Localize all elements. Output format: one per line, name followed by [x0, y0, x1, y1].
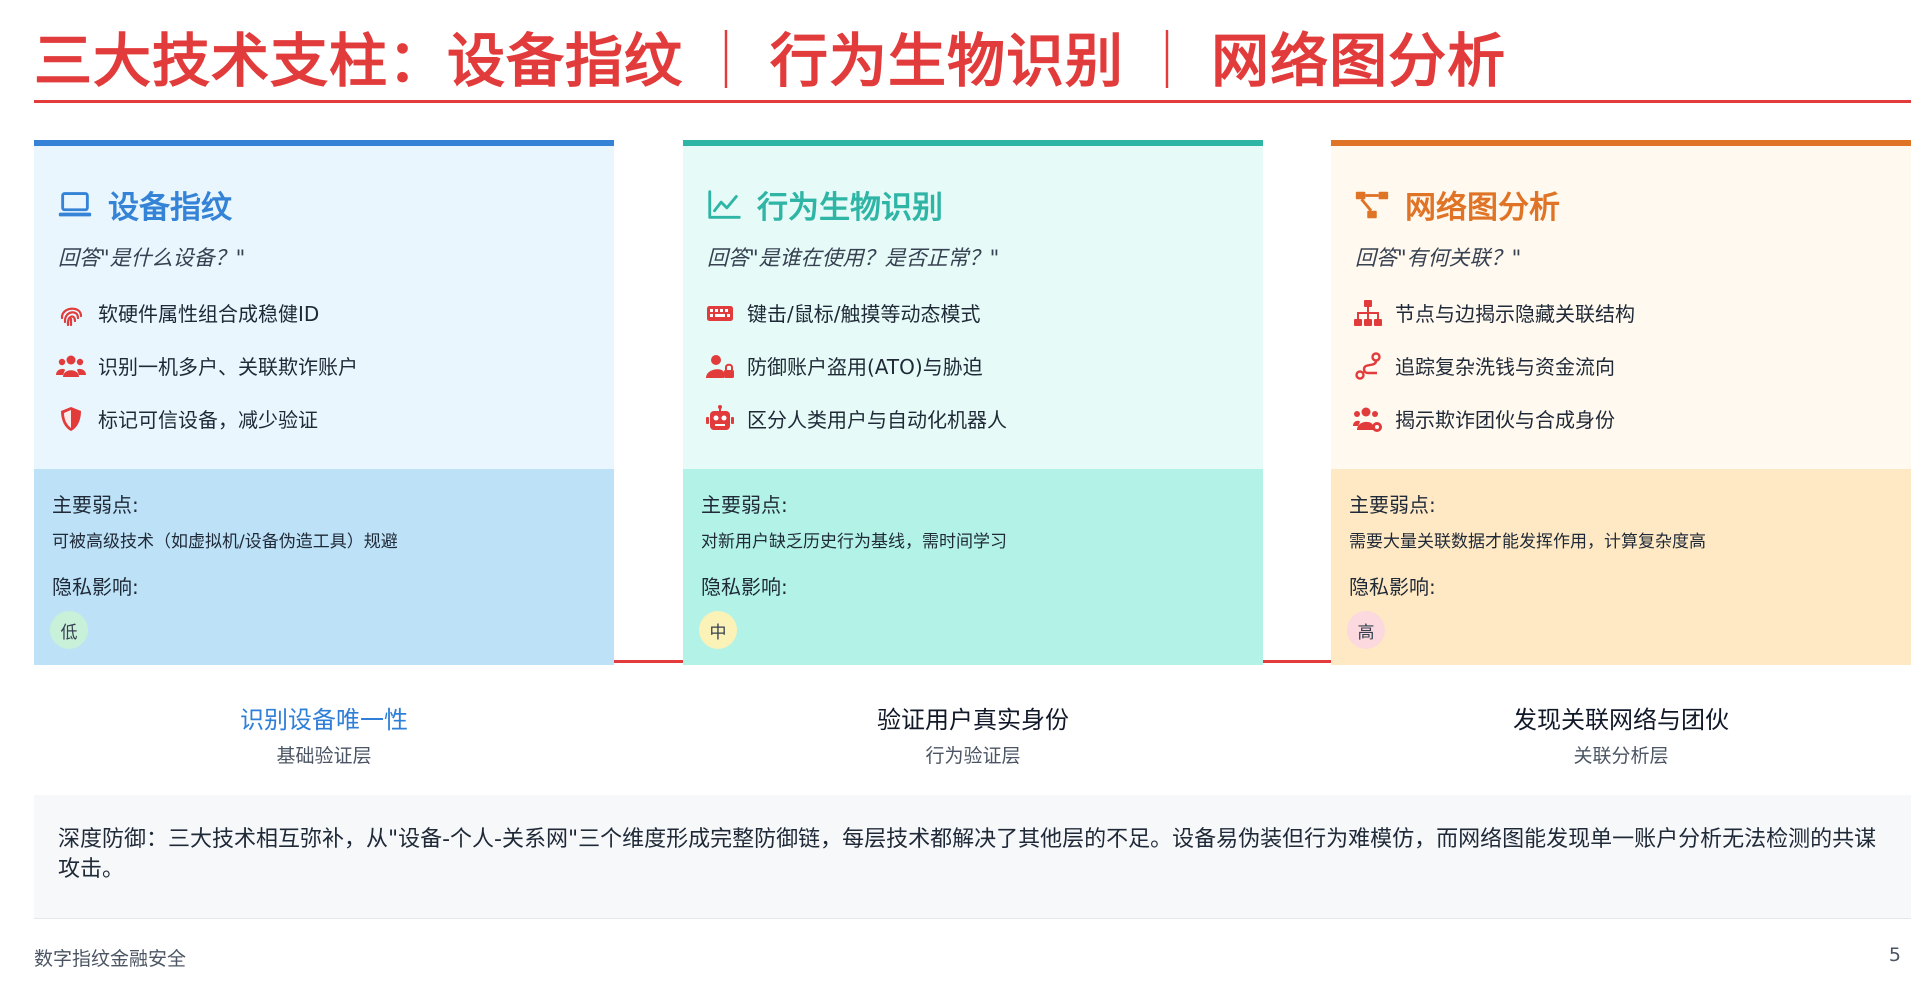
feature-text: 揭示欺诈团伙与合成身份: [1395, 408, 1615, 432]
feature-text: 区分人类用户与自动化机器人: [747, 408, 1007, 432]
title-part-graph: 网络图分析: [1211, 27, 1507, 95]
pillar-card-graph: 网络图分析 回答"有何关联？" 节点与边揭示隐藏关联结构 追踪复杂洗钱与资金流向…: [1331, 140, 1911, 665]
footer-title: 数字指纹金融安全: [34, 948, 187, 970]
defense-in-depth-note: 深度防御：三大技术相互弥补，从"设备-个人-关系网"三个维度形成完整防御链，每层…: [34, 795, 1911, 919]
weakness-text: 对新用户缺乏历史行为基线，需时间学习: [701, 532, 1007, 552]
connector-line-1: [614, 660, 692, 663]
card-body: 设备指纹 回答"是什么设备？" 软硬件属性组合成稳健ID 识别一机多户、关联欺诈…: [34, 146, 614, 469]
feature-list: 节点与边揭示隐藏关联结构 追踪复杂洗钱与资金流向 揭示欺诈团伙与合成身份: [1353, 286, 1635, 445]
feature-item: 节点与边揭示隐藏关联结构: [1353, 286, 1635, 339]
route-icon: [1355, 351, 1381, 380]
keyboard-icon: [707, 305, 733, 321]
weakness-panel: 主要弱点: 需要大量关联数据才能发挥作用，计算复杂度高 隐私影响: 高: [1331, 469, 1911, 665]
card-question: 回答"是什么设备？": [58, 246, 246, 270]
weakness-panel: 主要弱点: 对新用户缺乏历史行为基线，需时间学习 隐私影响: 中: [683, 469, 1263, 665]
feature-item: 追踪复杂洗钱与资金流向: [1353, 339, 1635, 392]
pillar-card-behavior: 行为生物识别 回答"是谁在使用？是否正常？" 键击/鼠标/触摸等动态模式 防御账…: [683, 140, 1263, 665]
privacy-badge-high: 高: [1347, 611, 1385, 649]
page-number: 5: [1888, 944, 1901, 966]
title-separator: ｜: [697, 27, 757, 95]
weakness-panel: 主要弱点: 可被高级技术（如虚拟机/设备伪造工具）规避 隐私影响: 低: [34, 469, 614, 665]
title-part-behavior: 行为生物识别: [770, 27, 1125, 95]
feature-item: 标记可信设备，减少验证: [56, 392, 358, 445]
feature-item: 键击/鼠标/触摸等动态模式: [705, 286, 1007, 339]
feature-item: 防御账户盗用(ATO)与胁迫: [705, 339, 1007, 392]
layer-title: 验证用户真实身份: [877, 706, 1069, 734]
weakness-label: 主要弱点:: [1349, 493, 1436, 517]
pillar-card-device: 设备指纹 回答"是什么设备？" 软硬件属性组合成稳健ID 识别一机多户、关联欺诈…: [34, 140, 614, 665]
connector-line-2: [1262, 660, 1340, 663]
card-title: 设备指纹: [108, 190, 232, 226]
feature-item: 区分人类用户与自动化机器人: [705, 392, 1007, 445]
layer-title: 发现关联网络与团伙: [1513, 706, 1729, 734]
card-header: 设备指纹: [56, 182, 232, 227]
card-question: 回答"是谁在使用？是否正常？": [707, 246, 1000, 270]
privacy-label: 隐私影响:: [1349, 575, 1436, 599]
feature-text: 节点与边揭示隐藏关联结构: [1395, 302, 1635, 326]
feature-item: 揭示欺诈团伙与合成身份: [1353, 392, 1635, 445]
feature-text: 识别一机多户、关联欺诈账户: [98, 355, 358, 379]
page-title: 三大技术支柱：设备指纹｜行为生物识别｜网络图分析: [34, 14, 1506, 98]
card-header: 网络图分析: [1353, 182, 1560, 227]
layer-subtitle: 行为验证层: [925, 745, 1021, 767]
robot-icon: [706, 404, 734, 430]
feature-text: 防御账户盗用(ATO)与胁迫: [747, 355, 983, 379]
sitemap-icon: [1354, 299, 1382, 326]
weakness-text: 可被高级技术（如虚拟机/设备伪造工具）规避: [52, 532, 398, 552]
feature-list: 软硬件属性组合成稳健ID 识别一机多户、关联欺诈账户 标记可信设备，减少验证: [56, 286, 358, 445]
card-body: 行为生物识别 回答"是谁在使用？是否正常？" 键击/鼠标/触摸等动态模式 防御账…: [683, 146, 1263, 469]
privacy-label: 隐私影响:: [701, 575, 788, 599]
card-question: 回答"有何关联？": [1355, 246, 1522, 270]
privacy-badge-low: 低: [50, 611, 88, 649]
layer-subtitle: 基础验证层: [276, 745, 372, 767]
title-part-device: 三大技术支柱：设备指纹: [34, 27, 684, 95]
network-icon: [1355, 191, 1389, 218]
card-header: 行为生物识别: [705, 182, 943, 227]
card-title: 网络图分析: [1405, 190, 1560, 226]
feature-text: 标记可信设备，减少验证: [98, 408, 318, 432]
feature-text: 追踪复杂洗钱与资金流向: [1395, 355, 1615, 379]
weakness-text: 需要大量关联数据才能发挥作用，计算复杂度高: [1349, 532, 1706, 552]
title-separator: ｜: [1138, 27, 1198, 95]
shield-icon: [61, 406, 81, 431]
users-gear-icon: [1353, 407, 1382, 432]
weakness-label: 主要弱点:: [701, 493, 788, 517]
layer-label-device: 识别设备唯一性 基础验证层: [34, 700, 614, 768]
feature-text: 键击/鼠标/触摸等动态模式: [747, 302, 981, 326]
feature-text: 软硬件属性组合成稳健ID: [98, 302, 320, 326]
feature-item: 识别一机多户、关联欺诈账户: [56, 339, 358, 392]
layer-label-graph: 发现关联网络与团伙 关联分析层: [1331, 700, 1911, 768]
line-chart-icon: [708, 189, 741, 219]
title-divider: [34, 100, 1911, 103]
layer-label-behavior: 验证用户真实身份 行为验证层: [683, 700, 1263, 768]
user-lock-icon: [706, 354, 734, 378]
privacy-label: 隐私影响:: [52, 575, 139, 599]
users-icon: [56, 355, 86, 377]
fingerprint-icon: [60, 307, 83, 326]
weakness-label: 主要弱点:: [52, 493, 139, 517]
card-title: 行为生物识别: [757, 190, 943, 226]
laptop-icon: [58, 191, 92, 216]
layer-subtitle: 关联分析层: [1573, 745, 1669, 767]
card-body: 网络图分析 回答"有何关联？" 节点与边揭示隐藏关联结构 追踪复杂洗钱与资金流向…: [1331, 146, 1911, 469]
feature-item: 软硬件属性组合成稳健ID: [56, 286, 358, 339]
privacy-badge-medium: 中: [699, 611, 737, 649]
feature-list: 键击/鼠标/触摸等动态模式 防御账户盗用(ATO)与胁迫 区分人类用户与自动化机…: [705, 286, 1007, 445]
layer-title: 识别设备唯一性: [240, 706, 408, 734]
